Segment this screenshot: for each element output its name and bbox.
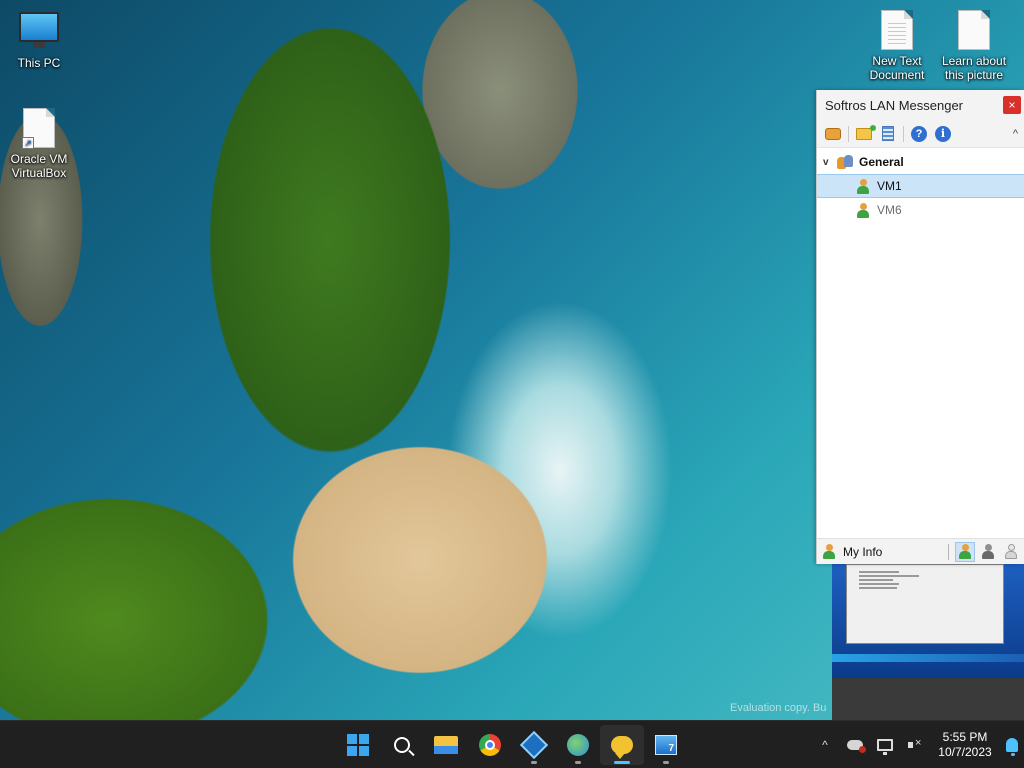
status-away-button[interactable]	[1001, 542, 1021, 562]
messenger-status-bar: My Info	[817, 538, 1024, 564]
taskbar-virtualbox[interactable]	[512, 725, 556, 765]
bell-icon	[1006, 738, 1018, 756]
open-folder-icon	[856, 124, 876, 140]
online-user-icon	[857, 178, 869, 194]
folder-icon	[434, 736, 458, 754]
taskbar-network-app[interactable]	[556, 725, 600, 765]
collapse-toolbar-button[interactable]: ^	[1013, 128, 1018, 140]
close-button[interactable]: ×	[1003, 96, 1021, 114]
system-tray: ^ 5:55 PM 10/7/2023	[810, 721, 1024, 768]
desktop-icon-this-pc[interactable]: This PC	[3, 12, 75, 70]
help-icon: ?	[911, 125, 927, 142]
clock-button[interactable]: 5:55 PM 10/7/2023	[930, 730, 1000, 760]
network-icon	[877, 739, 893, 755]
show-hidden-icons-button[interactable]: ^	[810, 725, 840, 765]
tree-user-vm1[interactable]: VM1	[817, 174, 1024, 198]
chat-icon	[611, 736, 633, 759]
status-busy-button[interactable]	[978, 542, 998, 562]
my-info-button[interactable]: My Info	[843, 545, 882, 559]
network-button[interactable]	[870, 725, 900, 765]
text-document-icon	[881, 10, 913, 50]
chevron-down-icon[interactable]: v	[823, 157, 837, 168]
user-name: VM6	[877, 203, 902, 217]
messages-button[interactable]	[823, 124, 843, 144]
globe-icon	[567, 734, 589, 756]
status-separator	[948, 543, 949, 560]
running-indicator	[575, 761, 581, 764]
message-log-button[interactable]	[878, 124, 898, 144]
taskbar-virtual-machine[interactable]	[644, 725, 688, 765]
desktop-icon-label: New Text Document	[869, 54, 925, 82]
virtualbox-icon	[519, 730, 549, 760]
busy-status-icon	[982, 544, 994, 559]
messenger-toolbar: ? i ^	[817, 120, 1024, 148]
volume-muted-icon	[908, 737, 922, 751]
user-name: VM1	[877, 179, 902, 193]
desktop-icon-label: Oracle VM VirtualBox	[10, 152, 68, 180]
vm-lower-area	[832, 678, 1024, 720]
chevron-up-icon: ^	[822, 738, 828, 752]
tree-group-general[interactable]: v General	[817, 150, 1024, 174]
monitor-icon	[19, 12, 59, 48]
running-indicator	[663, 761, 669, 764]
clock-time: 5:55 PM	[942, 730, 988, 744]
toolbar-separator	[848, 125, 849, 142]
contact-tree: v General VM1 VM6	[817, 150, 1024, 222]
messenger-window: Softros LAN Messenger × ? i ^ v General …	[816, 90, 1024, 564]
vm-progress-bar	[832, 654, 1024, 662]
chrome-icon	[479, 734, 501, 756]
taskbar: ^ 5:55 PM 10/7/2023	[0, 720, 1024, 768]
away-status-icon	[1005, 544, 1017, 559]
vm-setup-dialog	[846, 564, 1004, 644]
vm-window-preview[interactable]	[832, 564, 1024, 720]
message-log-icon	[882, 126, 894, 141]
shortcut-file-icon: ↗	[22, 108, 55, 149]
onedrive-button[interactable]	[840, 725, 870, 765]
search-icon	[394, 737, 410, 753]
taskbar-file-explorer[interactable]	[424, 725, 468, 765]
group-icon	[837, 155, 855, 169]
desktop-icon-new-text-document[interactable]: New Text Document	[861, 10, 933, 82]
clock-date: 10/7/2023	[938, 745, 992, 759]
my-info-icon	[823, 543, 837, 560]
taskbar-softros-messenger[interactable]	[600, 725, 644, 765]
volume-button[interactable]	[900, 725, 930, 765]
taskbar-chrome[interactable]	[468, 725, 512, 765]
about-button[interactable]: i	[933, 124, 953, 144]
window-title: Softros LAN Messenger	[825, 97, 964, 113]
status-online-button[interactable]	[955, 541, 975, 562]
desktop-icon-virtualbox[interactable]: ↗ Oracle VM VirtualBox	[3, 108, 75, 180]
evaluation-watermark: Evaluation copy. Bu	[730, 702, 827, 714]
desktop-icon-label: This PC	[17, 56, 61, 70]
active-indicator	[614, 761, 630, 764]
open-folder-button[interactable]	[854, 124, 876, 144]
document-icon	[958, 10, 990, 50]
desktop-icon-label: Learn about this picture	[941, 54, 1007, 82]
start-button[interactable]	[336, 725, 380, 765]
about-icon: i	[935, 125, 951, 142]
messenger-title-bar[interactable]: Softros LAN Messenger ×	[817, 90, 1024, 120]
messages-icon	[825, 127, 841, 140]
running-indicator	[531, 761, 537, 764]
tree-user-vm6[interactable]: VM6	[817, 198, 1024, 222]
taskbar-apps	[336, 721, 688, 768]
online-user-icon	[857, 202, 869, 218]
help-button[interactable]: ?	[909, 124, 929, 144]
desktop-icon-learn-about-picture[interactable]: Learn about this picture	[938, 10, 1010, 82]
shortcut-arrow-icon: ↗	[22, 137, 34, 149]
cloud-error-icon	[847, 740, 866, 753]
notifications-button[interactable]	[1000, 725, 1024, 765]
vm-icon	[655, 735, 677, 755]
toolbar-separator	[903, 125, 904, 142]
online-status-icon	[959, 544, 971, 559]
windows-icon	[347, 734, 369, 756]
search-button[interactable]	[380, 725, 424, 765]
group-name: General	[859, 155, 904, 169]
